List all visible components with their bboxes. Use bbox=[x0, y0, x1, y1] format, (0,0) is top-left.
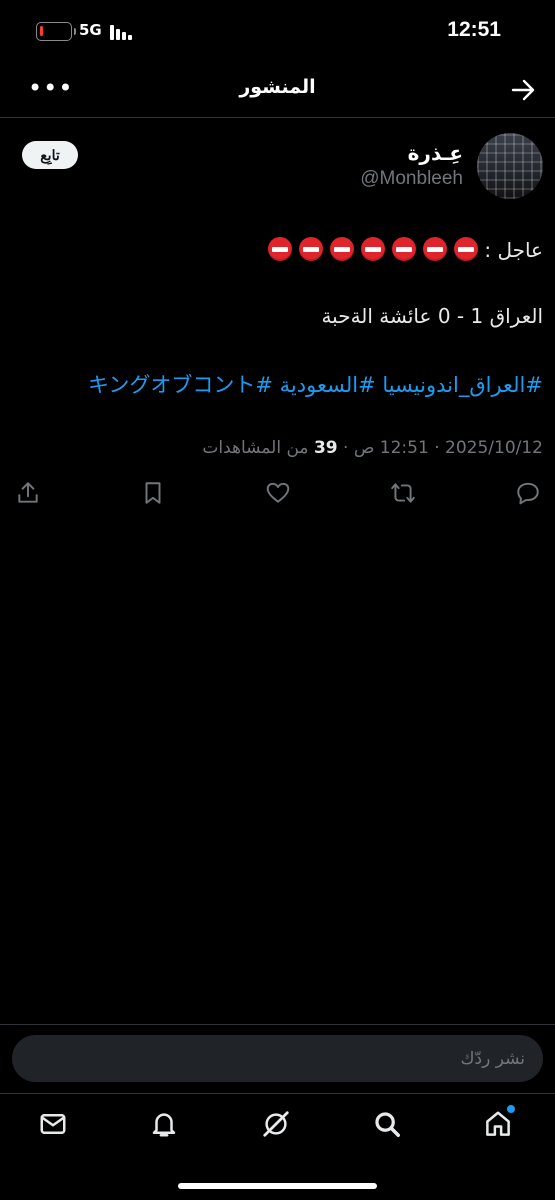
like-icon[interactable] bbox=[265, 480, 293, 508]
search-icon[interactable] bbox=[372, 1109, 404, 1141]
home-icon[interactable] bbox=[483, 1105, 515, 1141]
tweet-time: 12:51 ص bbox=[353, 438, 429, 458]
arrow-right-icon[interactable] bbox=[509, 76, 537, 104]
retweet-icon[interactable] bbox=[390, 480, 418, 508]
no-entry-icon bbox=[268, 237, 292, 261]
user-handle[interactable]: @Monbleeh bbox=[360, 168, 463, 190]
no-entry-icon bbox=[299, 237, 323, 261]
breaking-label: عاجل : bbox=[484, 238, 543, 262]
share-icon[interactable] bbox=[15, 480, 43, 508]
signal-icon bbox=[110, 23, 136, 40]
header: ••• المنشور bbox=[0, 62, 555, 118]
no-entry-icon bbox=[361, 237, 385, 261]
emoji-row bbox=[261, 237, 478, 262]
status-time: 12:51 bbox=[447, 18, 501, 41]
views-count: 39 bbox=[313, 438, 338, 458]
notification-dot bbox=[507, 1105, 515, 1113]
tweet-date: 2025/10/12 bbox=[445, 438, 543, 458]
page-title: المنشور bbox=[239, 76, 316, 98]
status-bar: 5G 12:51 bbox=[0, 0, 555, 62]
notifications-icon[interactable] bbox=[149, 1109, 181, 1141]
tweet-hashtags[interactable]: #العراق_اندونيسيا #السعودية #キングオブコント bbox=[20, 369, 543, 399]
no-entry-icon bbox=[330, 237, 354, 261]
no-entry-icon bbox=[392, 237, 416, 261]
grok-icon[interactable] bbox=[261, 1109, 293, 1141]
no-entry-icon bbox=[423, 237, 447, 261]
network-label: 5G bbox=[79, 21, 102, 39]
bookmark-icon[interactable] bbox=[140, 480, 168, 508]
tweet-score-line: العراق 1 - 0 عائشة الةحبة bbox=[321, 304, 543, 328]
views-label[interactable]: من المشاهدات bbox=[202, 438, 308, 458]
divider bbox=[0, 1024, 555, 1025]
no-entry-icon bbox=[454, 237, 478, 261]
reply-icon[interactable] bbox=[515, 480, 543, 508]
follow-button[interactable]: تابِع bbox=[22, 141, 78, 169]
messages-icon[interactable] bbox=[38, 1109, 70, 1141]
tweet-meta: 2025/10/12 · 12:51 ص · 39 من المشاهدات bbox=[202, 438, 543, 458]
home-indicator bbox=[178, 1183, 377, 1189]
battery-icon bbox=[36, 22, 76, 41]
display-name[interactable]: عِـذرة bbox=[408, 141, 463, 165]
tweet-actions bbox=[0, 480, 555, 512]
reply-input[interactable] bbox=[12, 1035, 543, 1082]
avatar[interactable] bbox=[477, 133, 543, 199]
tweet-breaking-line: عاجل : bbox=[20, 237, 543, 262]
